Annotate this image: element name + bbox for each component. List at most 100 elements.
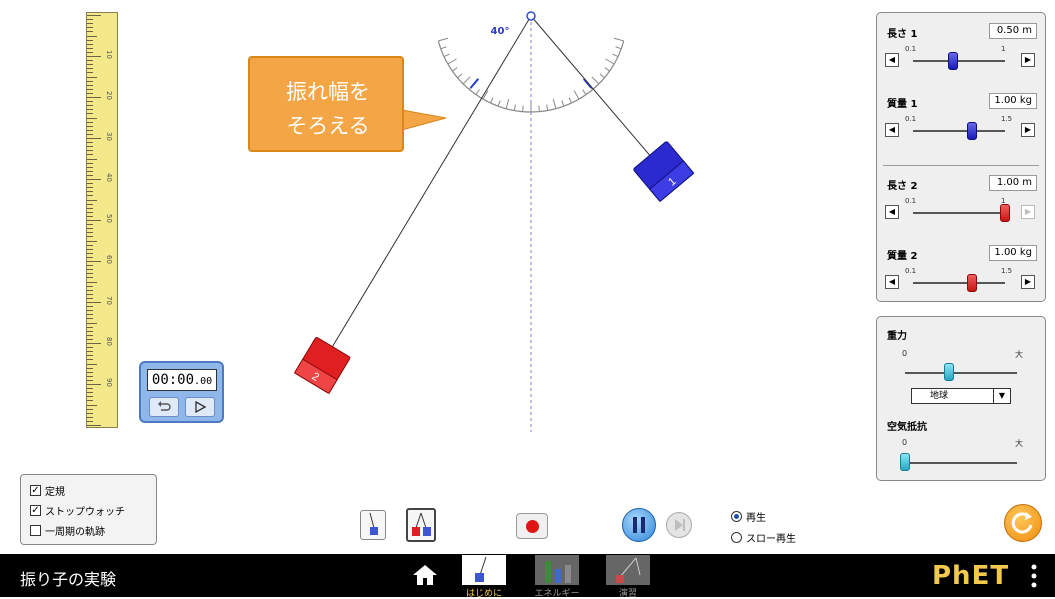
length2-slider-thumb[interactable]: [1000, 204, 1010, 222]
speed-slow-radio[interactable]: [731, 532, 742, 543]
option-checkbox[interactable]: ✓: [30, 485, 41, 496]
ruler-tick: [87, 232, 93, 234]
navigation-bar: 振り子の実験 はじめに エネルギー 演習 PhET: [0, 554, 1055, 599]
ruler-tick: [87, 240, 97, 242]
ruler-tick: [87, 416, 93, 418]
mass1-control: 質量 1 1.00 kg 0.1 1.5 ◀ ▶: [877, 91, 1045, 155]
mass2-slider-thumb[interactable]: [966, 274, 977, 292]
mass1-slider-thumb[interactable]: [966, 122, 977, 140]
ruler-tick: [87, 388, 93, 390]
gravity-slider-thumb[interactable]: [943, 363, 954, 381]
environment-panel: 重力 0 大 地球 ▼ 空気抵抗 0 大: [876, 316, 1046, 481]
mass2-increase-button[interactable]: ▶: [1021, 275, 1035, 289]
length1-slider-thumb[interactable]: [948, 52, 959, 70]
ruler-tick: [87, 191, 93, 193]
ruler-tick: [87, 371, 93, 373]
option-checkbox[interactable]: ✓: [30, 505, 41, 516]
stopwatch-time: 00:00: [151, 372, 195, 388]
stopwatch-reset-button[interactable]: [149, 397, 179, 417]
ruler-tick: [87, 220, 101, 221]
ruler-tick: [87, 392, 93, 394]
gravity-max-label: 大: [1015, 350, 1023, 359]
ruler-tick: [87, 310, 93, 312]
two-pendulums-toggle-button[interactable]: [406, 508, 436, 542]
screen-intro-button[interactable]: [462, 555, 506, 585]
length1-increase-button[interactable]: ▶: [1021, 53, 1035, 67]
option-checkbox[interactable]: [30, 525, 41, 536]
screen-lab-button[interactable]: [606, 555, 650, 585]
options-menu-button[interactable]: [1030, 564, 1038, 592]
ruler-tick: [87, 158, 97, 160]
home-button[interactable]: [412, 564, 438, 590]
ruler-number: 60: [105, 255, 113, 264]
ruler-tick: [87, 76, 97, 78]
planet-select[interactable]: 地球 ▼: [911, 388, 1011, 404]
stopwatch-display: 00:00.00: [147, 369, 217, 391]
protractor-tick: [475, 89, 480, 95]
ruler-tick: [87, 265, 93, 267]
ruler-tick: [87, 97, 101, 98]
ruler-tick: [87, 269, 93, 271]
protractor-tick: [457, 73, 463, 79]
protractor-tick: [513, 104, 516, 111]
ruler-tick: [87, 19, 93, 21]
mass2-decrease-button[interactable]: ◀: [885, 275, 899, 289]
protractor-tick: [443, 53, 450, 58]
pause-icon: [633, 517, 645, 533]
planet-selected-value: 地球: [930, 391, 949, 401]
friction-slider-thumb[interactable]: [900, 453, 910, 471]
intro-screen-icon: [475, 556, 487, 582]
option-row[interactable]: 一周期の軌跡: [30, 523, 105, 538]
ruler-tick: [87, 80, 93, 82]
callout-line-2: そろえる: [286, 114, 370, 138]
ruler-tick: [87, 363, 97, 365]
screen-energy-button[interactable]: [535, 555, 579, 585]
speed-normal-option[interactable]: 再生: [731, 509, 766, 524]
friction-max-label: 大: [1015, 439, 1023, 448]
protractor-tick: [615, 46, 622, 50]
protractor-tick: [546, 104, 549, 111]
ruler-tick: [87, 375, 93, 377]
pause-button[interactable]: [622, 508, 656, 542]
speed-normal-radio[interactable]: [731, 511, 742, 522]
length2-track: [913, 212, 1005, 214]
ruler[interactable]: 10 20 30 40 50 60 70 80 90: [86, 12, 118, 428]
protractor-tick: [613, 37, 624, 42]
mass1-decrease-button[interactable]: ◀: [885, 123, 899, 137]
length1-decrease-button[interactable]: ◀: [885, 53, 899, 67]
ruler-tick: [87, 425, 101, 426]
mass1-min-label: 0.1: [905, 115, 917, 123]
ruler-tick: [87, 35, 97, 37]
length1-track: [913, 60, 1005, 62]
ruler-tick: [87, 170, 93, 172]
stopwatch-time-fraction: .00: [194, 376, 213, 387]
angle-marker: [469, 78, 480, 89]
record-button[interactable]: [516, 513, 548, 539]
pendulum2-bob[interactable]: 2: [293, 337, 351, 395]
ruler-tick: [87, 314, 93, 316]
reset-all-button[interactable]: [1004, 504, 1042, 542]
ruler-tick: [87, 133, 93, 135]
screen-lab-label: 演習: [618, 589, 637, 599]
ruler-tick: [87, 195, 93, 197]
ruler-tick: [87, 101, 93, 103]
mass2-min-label: 0.1: [905, 267, 917, 275]
ruler-tick: [87, 187, 93, 189]
pendulum1-bob[interactable]: 1: [633, 141, 695, 203]
option-row[interactable]: ✓ ストップウォッチ: [30, 503, 125, 518]
protractor-tick: [489, 97, 494, 104]
option-row[interactable]: ✓ 定規: [30, 483, 65, 498]
step-button[interactable]: [666, 512, 692, 538]
pendulum1-toggle-button[interactable]: [360, 510, 386, 540]
ruler-tick: [87, 113, 93, 115]
ruler-tick: [87, 64, 93, 66]
mass1-increase-button[interactable]: ▶: [1021, 123, 1035, 137]
speed-slow-option[interactable]: スロー再生: [731, 530, 796, 545]
ruler-tick: [87, 166, 93, 168]
ruler-tick: [87, 306, 93, 308]
ruler-tick: [87, 412, 93, 414]
stopwatch-play-button[interactable]: [185, 397, 215, 417]
length2-decrease-button[interactable]: ◀: [885, 205, 899, 219]
stopwatch[interactable]: 00:00.00: [139, 361, 224, 423]
length2-increase-button[interactable]: ▶: [1021, 205, 1035, 219]
